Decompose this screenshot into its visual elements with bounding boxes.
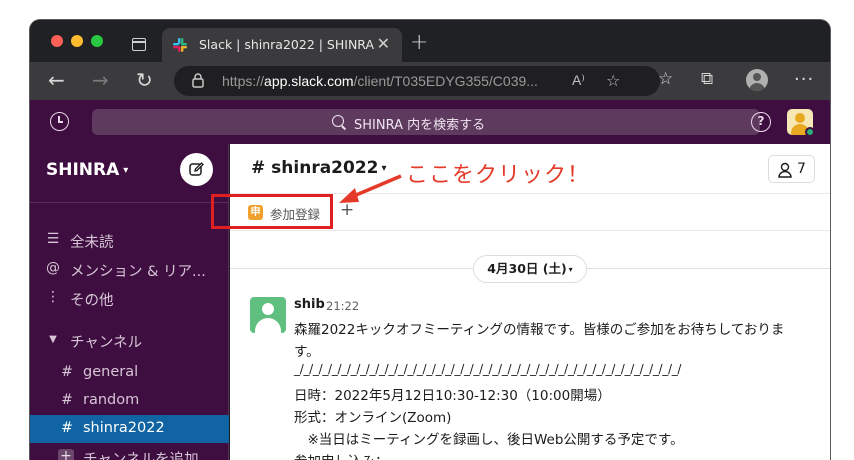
sidebar-item-mentions[interactable]: @ メンション & リア...	[30, 255, 229, 283]
close-window-button[interactable]	[51, 35, 63, 47]
message-author[interactable]: shib	[294, 297, 325, 312]
channel-label: general	[83, 364, 139, 380]
presence-status-icon	[805, 127, 815, 137]
browser-tab-bar: Slack | shinra2022 | SHINRA ✕ +	[30, 20, 830, 62]
reload-icon[interactable]: ↻	[136, 70, 153, 90]
collections-icon[interactable]: ⧉	[701, 69, 713, 89]
browser-window: Slack | shinra2022 | SHINRA ✕ + ← → ↻ ht…	[30, 20, 830, 460]
add-channel-label: チャンネルを追加...	[83, 452, 213, 460]
channel-label: random	[83, 392, 140, 408]
slack-logo-icon	[173, 38, 187, 52]
caret-down-icon: ▼	[49, 334, 57, 345]
lock-icon	[192, 73, 204, 88]
message-text-line: 森羅2022キックオフミーティングの情報です。皆様のご参加をお待ちしておりま	[294, 322, 785, 338]
mention-icon: @	[46, 260, 60, 276]
add-favorite-icon[interactable]: ☆	[606, 71, 620, 90]
browser-nav-bar: ← → ↻ https://app.slack.com/client/T035E…	[30, 62, 830, 100]
channel-label: shinra2022	[83, 420, 165, 436]
sidebar-item-label: その他	[70, 293, 114, 309]
workspace-sidebar: SHINRA ▾ ☰ 全未読 @ メンション & リア... ⋮ その他 ▼ チャ…	[30, 144, 229, 460]
message-text-line: _/_/_/_/_/_/_/_/_/_/_/_/_/_/_/_/_/_/_/_/…	[294, 362, 682, 376]
back-arrow-icon[interactable]: ←	[48, 70, 65, 90]
help-icon[interactable]: ?	[751, 112, 771, 132]
url-text: https://app.slack.com/client/T035EDYG355…	[222, 73, 538, 89]
message-text-line: 日時：2022年5月12日10:30-12:30（10:00開場）	[294, 388, 611, 404]
search-icon	[332, 115, 344, 127]
message-text-line: 参加申し込み：	[294, 450, 389, 460]
sidebar-item-label: 全未読	[70, 235, 114, 251]
compose-icon	[189, 162, 204, 176]
plus-icon: +	[58, 449, 74, 460]
hash-icon: #	[61, 420, 73, 436]
address-bar[interactable]: https://app.slack.com/client/T035EDYG355…	[174, 66, 660, 96]
more-vertical-icon: ⋮	[46, 289, 60, 305]
chevron-down-icon: ▾	[568, 265, 573, 274]
new-tab-button[interactable]: +	[410, 30, 428, 55]
annotation-arrow-icon	[339, 174, 402, 203]
forward-arrow-icon[interactable]: →	[92, 70, 109, 90]
sidebar-item-general[interactable]: # general	[30, 359, 229, 387]
more-menu-icon[interactable]: ···	[794, 69, 814, 90]
sidebar-item-shinra2022[interactable]: # shinra2022	[30, 415, 229, 443]
sidebar-item-label: メンション & リア...	[70, 264, 206, 280]
date-jump-button[interactable]: 4月30日 (土) ▾	[473, 255, 587, 283]
message-text-line: す。	[294, 344, 320, 360]
sidebar-item-more[interactable]: ⋮ その他	[30, 284, 229, 312]
read-aloud-icon[interactable]: A⁾	[572, 72, 585, 89]
tab-close-icon[interactable]: ✕	[377, 34, 390, 53]
sidebar-divider	[30, 202, 229, 203]
minimize-window-button[interactable]	[71, 35, 83, 47]
history-icon[interactable]	[50, 112, 69, 131]
profile-avatar-icon[interactable]	[746, 69, 768, 91]
slack-top-bar: SHINRA 内を検索する ?	[30, 100, 830, 144]
message-text-line: ※当日はミーティングを録画し、後日Web公開する予定です。	[294, 432, 684, 448]
sidebar-item-random[interactable]: # random	[30, 387, 229, 415]
workspace-name-button[interactable]: SHINRA ▾	[46, 160, 128, 180]
message-text-line: 形式：オンライン(Zoom)	[294, 410, 452, 426]
channel-view: # shinra2022 ▾ 7 申 参加登録 + 4月30日 (土) ▾ shib…	[230, 144, 830, 460]
tab-actions-icon[interactable]	[132, 38, 146, 51]
person-icon	[778, 162, 792, 178]
hash-icon: #	[61, 364, 73, 380]
sidebar-item-all-unreads[interactable]: ☰ 全未読	[30, 226, 229, 254]
member-count: 7	[797, 161, 806, 177]
browser-tab-slack[interactable]: Slack | shinra2022 | SHINRA ✕	[162, 28, 402, 62]
hash-icon: #	[61, 392, 73, 408]
members-button[interactable]: 7	[768, 155, 815, 183]
favorites-icon[interactable]: ☆	[658, 69, 673, 89]
add-channel-button[interactable]: + チャンネルを追加...	[30, 443, 229, 460]
maximize-window-button[interactable]	[91, 35, 103, 47]
unreads-icon: ☰	[46, 231, 60, 247]
chevron-down-icon: ▾	[123, 165, 129, 176]
search-bar[interactable]: SHINRA 内を検索する	[92, 109, 760, 135]
annotation-text: ここをクリック！	[406, 163, 591, 188]
channels-section-header[interactable]: ▼ チャンネル	[30, 326, 229, 354]
message-timestamp[interactable]: 21:22	[326, 299, 359, 313]
section-label: チャンネル	[70, 335, 143, 351]
compose-button[interactable]	[180, 153, 213, 186]
annotation-highlight-box	[211, 194, 333, 229]
search-placeholder: SHINRA 内を検索する	[354, 118, 486, 133]
message-author-avatar[interactable]	[250, 297, 286, 333]
tab-title: Slack | shinra2022 | SHINRA	[199, 37, 375, 52]
